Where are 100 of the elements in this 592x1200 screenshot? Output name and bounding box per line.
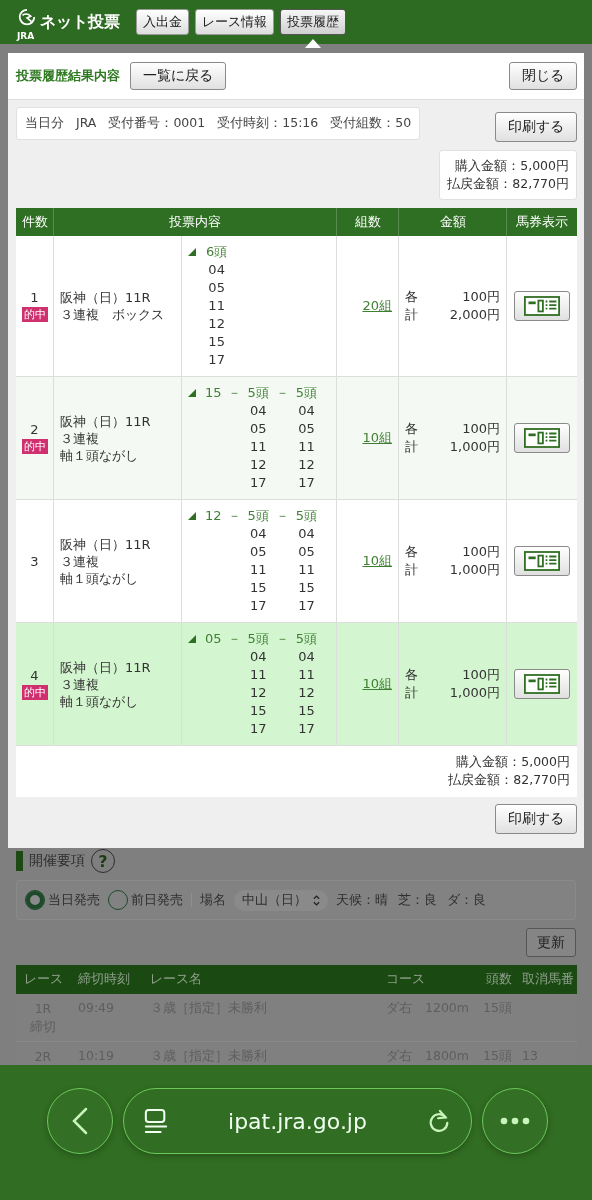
- total-text: 購入金額：5,000円: [456, 753, 570, 771]
- amount-value: 100円: [462, 420, 500, 438]
- race-text: ３連複: [60, 552, 100, 570]
- condition-text: ダ：良: [447, 891, 486, 909]
- column-header: 投票内容: [54, 208, 337, 236]
- row-number: 1: [30, 290, 39, 305]
- print-button[interactable]: 印刷する: [495, 112, 577, 142]
- triangle-icon: [188, 248, 196, 256]
- selection-header: －: [227, 384, 241, 402]
- column-header: 馬券表示: [507, 208, 577, 236]
- logo-text: ネット投票: [40, 11, 120, 33]
- selection-header: 5頭: [247, 384, 269, 402]
- ticket-button[interactable]: [514, 423, 570, 453]
- column-header: レース名: [142, 965, 378, 994]
- horse-number: 05: [298, 543, 315, 561]
- nav-tab[interactable]: 投票履歴: [280, 9, 346, 35]
- horse-number: 05: [208, 279, 225, 297]
- ticket-button[interactable]: [514, 669, 570, 699]
- horse-number: 12: [249, 684, 267, 702]
- horse-number: 15: [298, 702, 315, 720]
- horse-number: 17: [298, 597, 315, 615]
- row-number: 4: [30, 668, 39, 683]
- combo-link[interactable]: 20組: [362, 297, 392, 315]
- horse-number: 15: [298, 579, 315, 597]
- horse-number: 05: [298, 420, 315, 438]
- radio-label: 前日発売: [131, 891, 183, 909]
- radio-button[interactable]: [25, 890, 45, 910]
- horse-number: 15: [249, 702, 267, 720]
- race-text: 軸１頭ながし: [60, 569, 139, 587]
- radio-label: 当日発売: [48, 891, 100, 909]
- horse-number: 17: [249, 474, 267, 492]
- amount-label: 各: [405, 420, 418, 438]
- horse-number: 11: [298, 666, 315, 684]
- section-title: 開催要項: [29, 852, 85, 870]
- race-text: 軸１頭ながし: [60, 692, 139, 710]
- ticket-icon: [524, 428, 560, 448]
- column-header: 組数: [337, 208, 399, 236]
- horse-number: 11: [249, 561, 267, 579]
- reload-icon[interactable]: [427, 1108, 451, 1134]
- horse-number: 04: [249, 402, 267, 420]
- amount-label: 計: [405, 561, 418, 579]
- horse-number: 11: [208, 297, 225, 315]
- race-text: ３連複: [60, 429, 100, 447]
- ticket-icon: [524, 551, 560, 571]
- selection-header: 12: [205, 507, 222, 525]
- amount-value: 1,000円: [449, 561, 500, 579]
- refresh-button[interactable]: 更新: [526, 928, 576, 957]
- back-button[interactable]: [47, 1088, 113, 1154]
- horse-number: 04: [249, 648, 267, 666]
- close-button[interactable]: 閉じる: [509, 62, 577, 90]
- amount-label: 各: [405, 543, 418, 561]
- ticket-icon: [524, 674, 560, 694]
- more-button[interactable]: [482, 1088, 548, 1154]
- column-header: コース: [378, 965, 474, 994]
- nav-tab[interactable]: レース情報: [195, 9, 274, 35]
- horse-number: 17: [249, 597, 267, 615]
- column-header: 取消馬番: [516, 965, 577, 994]
- horse-number: 17: [249, 720, 267, 738]
- row-number: 2: [30, 422, 39, 437]
- receipt-text: 受付番号：0001: [108, 115, 206, 132]
- total-text: 購入金額：5,000円: [455, 157, 569, 175]
- venue-select[interactable]: 中山（日）: [234, 889, 328, 911]
- column-header: 金額: [399, 208, 507, 236]
- combo-link[interactable]: 10組: [362, 552, 392, 570]
- combo-link[interactable]: 10組: [362, 675, 392, 693]
- selection-header: －: [227, 507, 241, 525]
- ticket-icon: [524, 296, 560, 316]
- back-button[interactable]: 一覧に戻る: [130, 62, 226, 90]
- amount-value: 2,000円: [449, 306, 500, 324]
- back-icon: [72, 1107, 88, 1135]
- race-text: 阪神（日）11R: [60, 289, 152, 306]
- horse-number: 11: [249, 666, 267, 684]
- ticket-button[interactable]: [514, 291, 570, 321]
- amount-value: 1,000円: [449, 438, 500, 456]
- horse-number: 17: [208, 351, 225, 369]
- column-header: 頭数: [474, 965, 516, 994]
- horse-number: 11: [298, 561, 315, 579]
- nav-tab[interactable]: 入出金: [136, 9, 189, 35]
- selection-header: －: [275, 507, 289, 525]
- horse-number: 17: [298, 720, 315, 738]
- amount-label: 計: [405, 438, 418, 456]
- selection-header: 5頭: [295, 507, 318, 525]
- modal-title: 投票履歴結果内容: [16, 67, 120, 85]
- horse-number: 04: [298, 525, 315, 543]
- triangle-icon: [188, 512, 196, 520]
- ticket-button[interactable]: [514, 546, 570, 576]
- venue-label: 場名: [200, 891, 226, 909]
- amount-label: 計: [405, 684, 418, 702]
- selection-header: 6頭: [206, 243, 228, 261]
- print-button[interactable]: 印刷する: [495, 804, 577, 834]
- row-number: 3: [30, 553, 39, 569]
- total-text: 払戻金額：82,770円: [447, 175, 569, 193]
- logo-icon: [16, 8, 38, 28]
- amount-value: 100円: [462, 288, 500, 306]
- receipt-text: JRA: [76, 115, 97, 132]
- race-text: ３連複 ボックス: [60, 306, 165, 323]
- combo-link[interactable]: 10組: [362, 429, 392, 447]
- selection-header: 05: [205, 630, 222, 648]
- selection-header: －: [227, 630, 241, 648]
- receipt-text: 受付組数：50: [330, 115, 412, 132]
